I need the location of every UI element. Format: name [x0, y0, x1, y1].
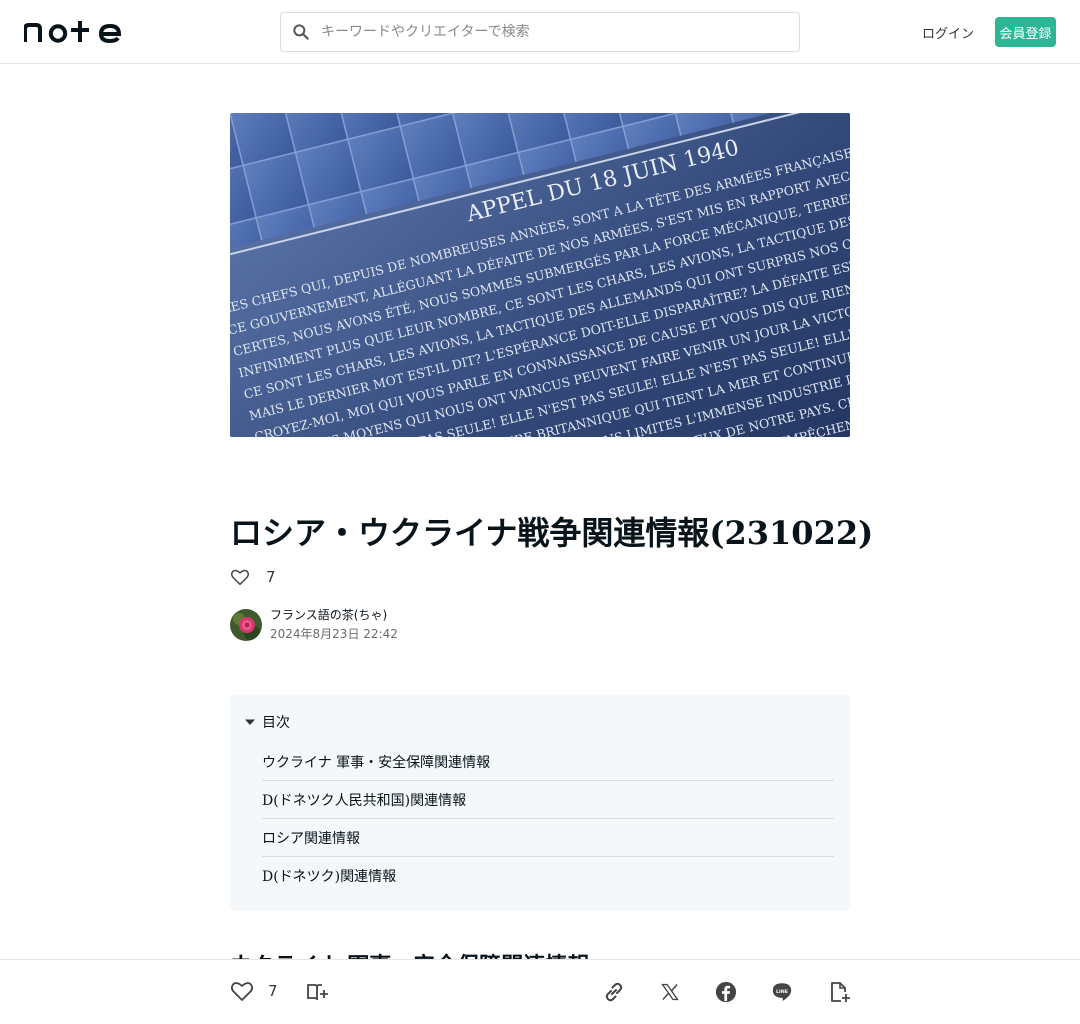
search-icon [293, 24, 309, 40]
share-x-button[interactable] [658, 980, 682, 1004]
toc-item[interactable]: ウクライナ 軍事・安全保障関連情報 [262, 743, 834, 781]
like-count: 7 [268, 982, 278, 1000]
link-icon [605, 982, 623, 1002]
share-facebook-button[interactable] [714, 980, 738, 1004]
line-app-icon: LINE [772, 983, 792, 1001]
magazine-add-icon [307, 984, 328, 1001]
site-header: ログイン 会員登録 [0, 0, 1080, 64]
note-logo[interactable] [24, 18, 122, 46]
toc-heading: 目次 [262, 715, 290, 731]
like-summary[interactable]: 7 [230, 566, 276, 588]
embed-button[interactable] [827, 980, 851, 1004]
toc-list: ウクライナ 軍事・安全保障関連情報 D(ドネツク人民共和国)関連情報 ロシア関連… [262, 743, 834, 895]
toc-item[interactable]: D(ドネツク人民共和国)関連情報 [262, 781, 834, 819]
search-box[interactable] [280, 12, 800, 52]
avatar-rose-image [230, 609, 262, 641]
note-logo-mark [24, 21, 122, 44]
author-name[interactable]: フランス語の茶(ちゃ) [270, 607, 398, 623]
svg-text:LINE: LINE [776, 989, 788, 995]
toc-item[interactable]: D(ドネツク)関連情報 [262, 857, 834, 895]
plaque-illustration: APPEL DU 18 JUIN 1940 LES CHEFS QUI, DEP… [230, 113, 850, 437]
copy-link-button[interactable] [602, 980, 626, 1004]
like-count: 7 [266, 568, 276, 586]
hero-image: APPEL DU 18 JUIN 1940 LES CHEFS QUI, DEP… [230, 113, 850, 437]
heart-icon [230, 982, 254, 1001]
caret-down-icon [245, 719, 255, 725]
author-block[interactable]: フランス語の茶(ちゃ) 2024年8月23日 22:42 [230, 607, 398, 643]
add-to-magazine-button[interactable] [305, 980, 329, 1004]
share-line-button[interactable]: LINE [770, 980, 794, 1004]
document-add-icon [831, 982, 850, 1002]
avatar[interactable] [230, 609, 262, 641]
toc-item[interactable]: ロシア関連情報 [262, 819, 834, 857]
signup-button[interactable]: 会員登録 [995, 17, 1056, 47]
login-button[interactable]: ログイン [920, 16, 976, 48]
x-logo-icon [661, 983, 679, 1001]
like-button[interactable]: 7 [230, 980, 278, 1002]
heart-icon [230, 569, 250, 586]
facebook-icon [715, 981, 737, 1003]
bottom-action-bar: 7 LINE [0, 959, 1080, 1024]
toc-toggle[interactable]: 目次 [244, 712, 290, 732]
table-of-contents: 目次 ウクライナ 軍事・安全保障関連情報 D(ドネツク人民共和国)関連情報 ロシ… [230, 695, 850, 911]
article-title: ロシア・ウクライナ戦争関連情報(231022) [230, 514, 874, 552]
search-input[interactable] [321, 14, 799, 50]
publish-date: 2024年8月23日 22:42 [270, 627, 398, 641]
